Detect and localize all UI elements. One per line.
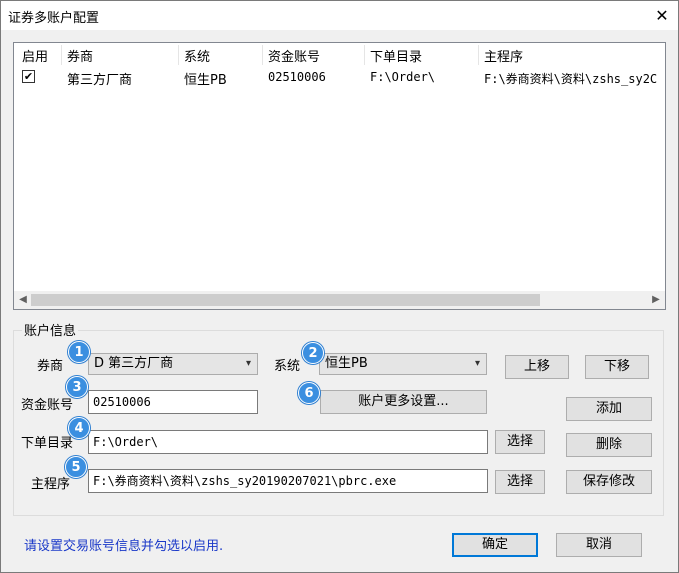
annotation-badge-3: 3 [66, 376, 88, 398]
window-title: 证券多账户配置 [8, 11, 100, 26]
title-bar: 证券多账户配置 ✕ [0, 0, 679, 30]
list-header: 启用 券商 系统 资金账号 下单目录 主程序 [14, 43, 665, 67]
group-label: 账户信息 [22, 320, 79, 339]
chevron-down-icon: ▾ [245, 358, 251, 369]
column-separator[interactable] [178, 45, 179, 65]
system-select-value: 恒生PB [325, 356, 368, 371]
column-separator[interactable] [478, 45, 479, 65]
select-main-program-button[interactable]: 选择 [495, 470, 545, 494]
order-dir-input[interactable]: F:\Order\ [88, 430, 488, 454]
system-select[interactable]: 恒生PB ▾ [319, 353, 487, 375]
main-program-input[interactable]: F:\券商资料\资料\zshs_sy20190207021\pbrc.exe [88, 469, 488, 493]
column-separator[interactable] [364, 45, 365, 65]
column-separator[interactable] [61, 45, 62, 65]
cell-account: 02510006 [268, 70, 326, 84]
column-header-enabled[interactable]: 启用 [22, 46, 48, 65]
main-program-label: 主程序 [31, 477, 71, 492]
move-up-button[interactable]: 上移 [505, 355, 569, 379]
annotation-badge-1: 1 [68, 341, 90, 363]
chevron-down-icon: ▾ [474, 358, 480, 369]
enable-checkbox[interactable]: ✔ [22, 70, 35, 83]
scroll-right-icon[interactable]: ▶ [648, 292, 664, 308]
scroll-left-icon[interactable]: ◀ [15, 292, 31, 308]
cell-system: 恒生PB [184, 73, 227, 88]
cancel-button[interactable]: 取消 [556, 533, 642, 557]
save-changes-button[interactable]: 保存修改 [566, 470, 652, 494]
column-header-order-dir[interactable]: 下单目录 [370, 46, 422, 65]
column-header-account[interactable]: 资金账号 [268, 46, 320, 65]
account-label: 资金账号 [21, 398, 74, 413]
select-order-dir-button[interactable]: 选择 [495, 430, 545, 454]
broker-label: 券商 [37, 359, 64, 374]
broker-select-value: D 第三方厂商 [94, 356, 174, 371]
column-separator[interactable] [262, 45, 263, 65]
account-list[interactable]: 启用 券商 系统 资金账号 下单目录 主程序 ✔ 第三方厂商 恒生PB 0251… [13, 42, 666, 310]
delete-button[interactable]: 删除 [566, 433, 652, 457]
annotation-badge-5: 5 [65, 456, 87, 478]
move-down-button[interactable]: 下移 [585, 355, 649, 379]
system-label: 系统 [274, 359, 301, 374]
annotation-badge-4: 4 [68, 417, 90, 439]
column-header-system[interactable]: 系统 [184, 46, 210, 65]
ok-button[interactable]: 确定 [452, 533, 538, 557]
annotation-badge-2: 2 [302, 342, 324, 364]
broker-select[interactable]: D 第三方厂商 ▾ [88, 353, 258, 375]
column-header-broker[interactable]: 券商 [67, 46, 93, 65]
hint-text: 请设置交易账号信息并勾选以启用. [24, 539, 224, 554]
scroll-thumb[interactable] [31, 294, 540, 306]
cell-order-dir: F:\Order\ [370, 70, 436, 84]
cell-broker: 第三方厂商 [67, 73, 133, 88]
more-settings-button[interactable]: 账户更多设置... [320, 390, 487, 414]
account-input[interactable]: 02510006 [88, 390, 258, 414]
cell-main-program: F:\券商资料\资料\zshs_sy2C [484, 72, 658, 86]
add-button[interactable]: 添加 [566, 397, 652, 421]
order-dir-label: 下单目录 [21, 436, 74, 451]
annotation-badge-6: 6 [298, 382, 320, 404]
close-icon[interactable]: ✕ [646, 1, 678, 31]
horizontal-scrollbar[interactable]: ◀ ▶ [14, 291, 665, 309]
column-header-main-program[interactable]: 主程序 [484, 46, 523, 65]
